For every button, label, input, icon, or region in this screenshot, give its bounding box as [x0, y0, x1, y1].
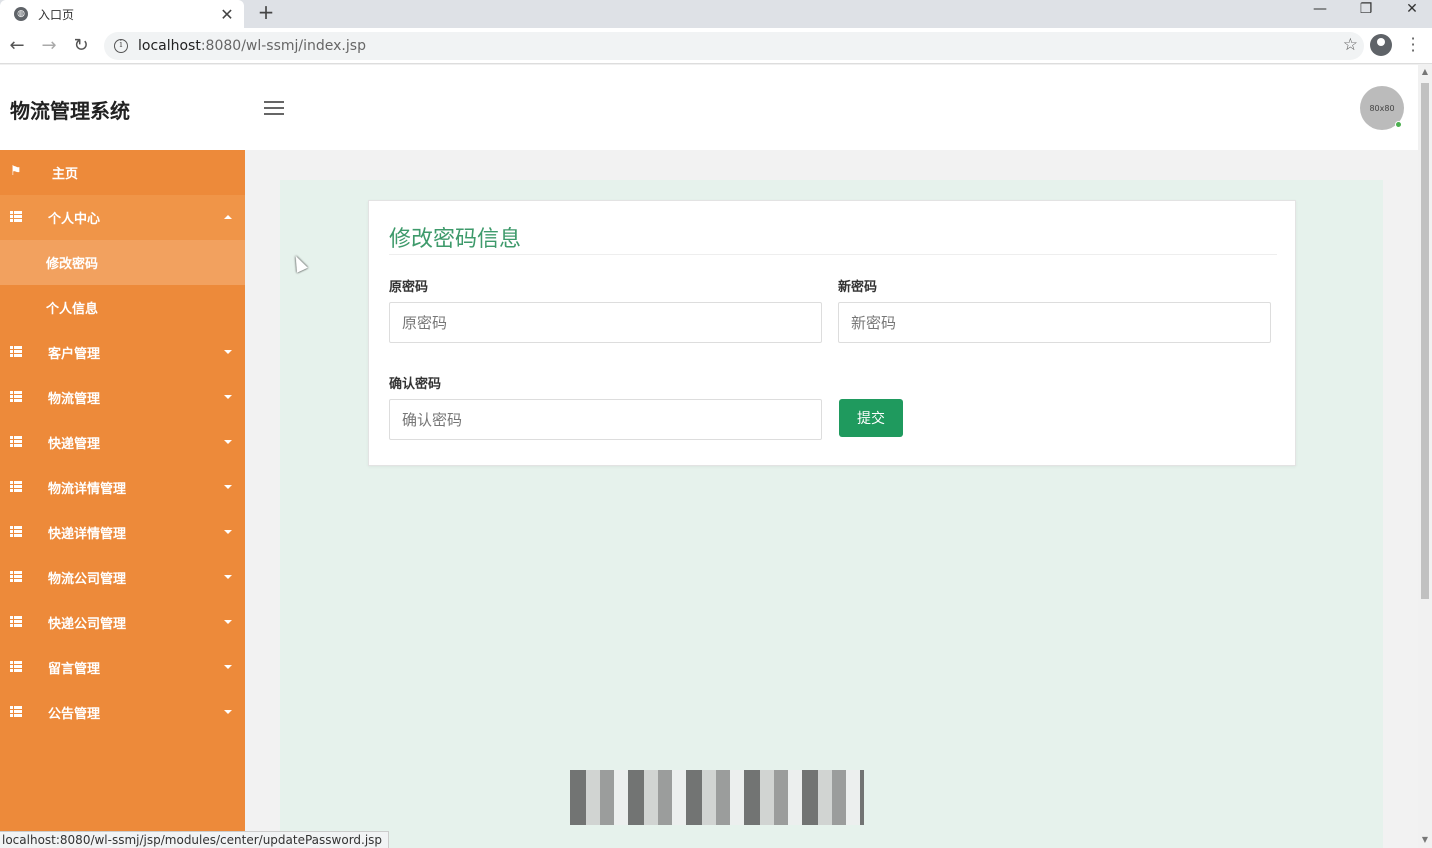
scroll-up-arrow-icon[interactable]: ▲ [1421, 67, 1429, 76]
web-page: 物流管理系统 80x80 ⚑ 主页 个人中心 修改密码 个人信息 客户管理 物流… [0, 65, 1418, 848]
card-title: 修改密码信息 [389, 227, 522, 252]
sidebar-subitem-personal-info[interactable]: 个人信息 [0, 285, 245, 330]
browser-menu-icon[interactable]: · · · [1406, 31, 1420, 59]
confirm-password-label: 确认密码 [389, 377, 442, 392]
sidebar-subitem-label: 修改密码 [46, 257, 99, 272]
old-password-input[interactable] [389, 302, 822, 343]
caret-down-icon [224, 485, 232, 489]
sidebar-item-express-companies[interactable]: 快递公司管理 [0, 600, 245, 645]
caret-up-icon [224, 215, 232, 219]
sidebar-item-messages[interactable]: 留言管理 [0, 645, 245, 690]
avatar-placeholder-text: 80x80 [1369, 103, 1395, 113]
sidebar-item-label: 快递详情管理 [48, 527, 127, 542]
caret-down-icon [224, 575, 232, 579]
url-host: localhost [138, 38, 201, 54]
page-scrollbar[interactable]: ▲ ▼ [1418, 65, 1432, 848]
sidebar-subitem-change-password[interactable]: 修改密码 [0, 240, 245, 285]
grid-icon [10, 706, 22, 717]
online-status-dot [1395, 121, 1402, 128]
app-brand: 物流管理系统 [10, 99, 130, 123]
change-password-card: 修改密码信息 原密码 新密码 确认密码 提交 [368, 200, 1296, 466]
info-icon[interactable]: i [114, 39, 128, 53]
scroll-down-arrow-icon[interactable]: ▼ [1421, 835, 1429, 844]
avatar[interactable]: 80x80 [1360, 86, 1404, 130]
caret-down-icon [224, 395, 232, 399]
back-arrow-icon[interactable]: ← [5, 34, 29, 58]
grid-icon [10, 436, 22, 447]
minimize-button[interactable]: — [1297, 0, 1343, 22]
sidebar-item-label: 公告管理 [48, 707, 101, 722]
sidebar-item-express-details[interactable]: 快递详情管理 [0, 510, 245, 555]
sidebar-item-personal-center[interactable]: 个人中心 [0, 195, 245, 240]
browser-status-bar: localhost:8080/wl-ssmj/jsp/modules/cente… [0, 831, 390, 848]
url-path: :8080/wl-ssmj/index.jsp [200, 38, 366, 54]
main-content: 修改密码信息 原密码 新密码 确认密码 提交 [280, 180, 1383, 848]
grid-icon [10, 661, 22, 672]
grid-icon [10, 616, 22, 627]
app-header: 物流管理系统 80x80 [0, 65, 1418, 150]
sidebar-item-label: 客户管理 [48, 347, 101, 362]
caret-down-icon [224, 620, 232, 624]
sidebar-item-logistics[interactable]: 物流管理 [0, 375, 245, 420]
browser-tabbar: ◍ 入口页 ✕ + — ❐ ✕ [0, 0, 1432, 28]
divider [389, 254, 1277, 255]
address-bar[interactable]: i localhost:8080/wl-ssmj/index.jsp ☆ [104, 32, 1364, 60]
old-password-label: 原密码 [389, 280, 429, 295]
caret-down-icon [224, 350, 232, 354]
grid-icon [10, 571, 22, 582]
close-window-button[interactable]: ✕ [1389, 0, 1432, 22]
new-password-input[interactable] [838, 302, 1271, 343]
tab-title: 入口页 [38, 7, 75, 22]
flag-icon: ⚑ [10, 164, 22, 179]
browser-tab[interactable]: ◍ 入口页 ✕ [0, 0, 244, 28]
new-tab-button[interactable]: + [256, 2, 276, 22]
sidebar-item-express[interactable]: 快递管理 [0, 420, 245, 465]
sidebar-item-logistics-details[interactable]: 物流详情管理 [0, 465, 245, 510]
caret-down-icon [224, 710, 232, 714]
sidebar: ⚑ 主页 个人中心 修改密码 个人信息 客户管理 物流管理 快递管理 物流详情管… [0, 150, 245, 848]
restore-button[interactable]: ❐ [1343, 0, 1389, 22]
grid-icon [10, 526, 22, 537]
sidebar-item-customers[interactable]: 客户管理 [0, 330, 245, 375]
grid-icon [10, 346, 22, 357]
forward-arrow-icon[interactable]: → [37, 34, 61, 58]
sidebar-item-label: 快递管理 [48, 437, 101, 452]
sidebar-item-label: 物流详情管理 [48, 482, 127, 497]
sidebar-item-label: 物流管理 [48, 392, 101, 407]
hamburger-menu-icon[interactable] [264, 101, 284, 115]
grid-icon [10, 391, 22, 402]
grid-icon [10, 481, 22, 492]
sidebar-item-label: 主页 [52, 167, 79, 182]
sidebar-item-label: 快递公司管理 [48, 617, 127, 632]
grid-icon [10, 211, 22, 222]
sidebar-item-label: 个人中心 [48, 212, 101, 227]
bookmark-star-icon[interactable]: ☆ [1343, 35, 1358, 55]
caret-down-icon [224, 530, 232, 534]
sidebar-item-logistics-companies[interactable]: 物流公司管理 [0, 555, 245, 600]
pixelated-footer-logo [570, 770, 864, 825]
submit-button[interactable]: 提交 [839, 399, 903, 437]
browser-toolbar: ← → ↻ i localhost:8080/wl-ssmj/index.jsp… [0, 28, 1432, 64]
globe-icon: ◍ [14, 7, 28, 21]
sidebar-item-label: 物流公司管理 [48, 572, 127, 587]
caret-down-icon [224, 665, 232, 669]
reload-icon[interactable]: ↻ [69, 34, 93, 58]
new-password-label: 新密码 [838, 280, 878, 295]
scrollbar-thumb[interactable] [1421, 83, 1429, 599]
sidebar-item-home[interactable]: ⚑ 主页 [0, 150, 245, 195]
caret-down-icon [224, 440, 232, 444]
profile-icon[interactable] [1370, 34, 1392, 56]
sidebar-item-announcements[interactable]: 公告管理 [0, 690, 245, 735]
tab-close-icon[interactable]: ✕ [216, 5, 238, 24]
sidebar-subitem-label: 个人信息 [46, 302, 99, 317]
sidebar-item-label: 留言管理 [48, 662, 101, 677]
confirm-password-input[interactable] [389, 399, 822, 440]
